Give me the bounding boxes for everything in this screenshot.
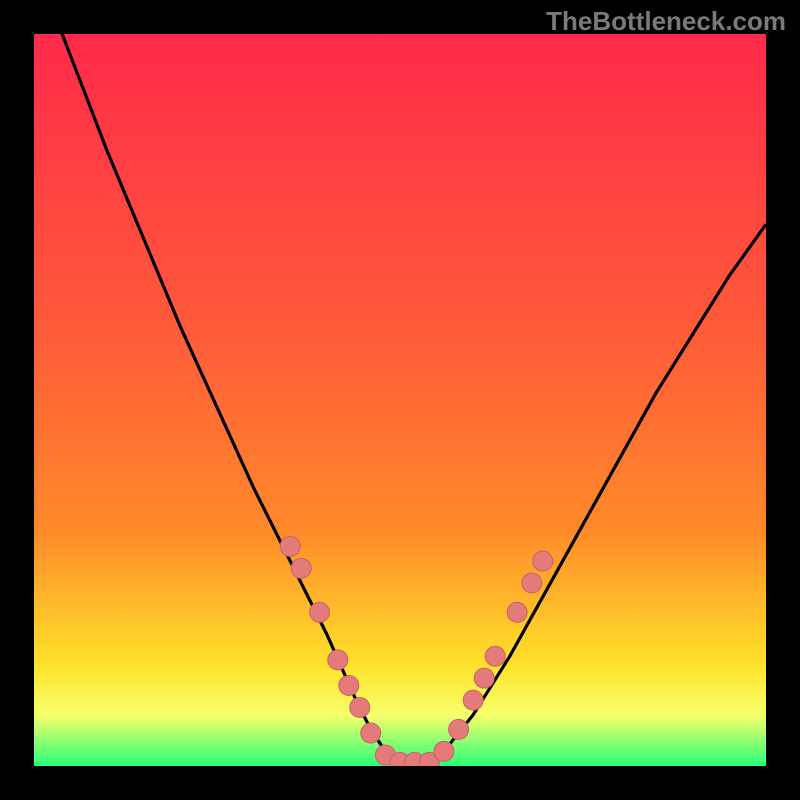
curve-dot — [328, 650, 348, 670]
plot-area — [34, 34, 766, 766]
curve-dot — [350, 697, 370, 717]
chart-frame: TheBottleneck.com — [0, 0, 800, 800]
curve-dot — [361, 723, 381, 743]
curve-dot — [434, 741, 454, 761]
gradient-background — [34, 34, 766, 766]
curve-dot — [533, 551, 553, 571]
curve-dot — [449, 719, 469, 739]
bottleneck-chart — [34, 34, 766, 766]
curve-dot — [339, 675, 359, 695]
curve-dot — [291, 558, 311, 578]
curve-dot — [522, 573, 542, 593]
watermark-text: TheBottleneck.com — [546, 6, 786, 37]
curve-dot — [485, 646, 505, 666]
curve-dot — [280, 536, 300, 556]
curve-dot — [309, 602, 329, 622]
curve-dot — [463, 690, 483, 710]
curve-dot — [474, 668, 494, 688]
curve-dot — [507, 602, 527, 622]
